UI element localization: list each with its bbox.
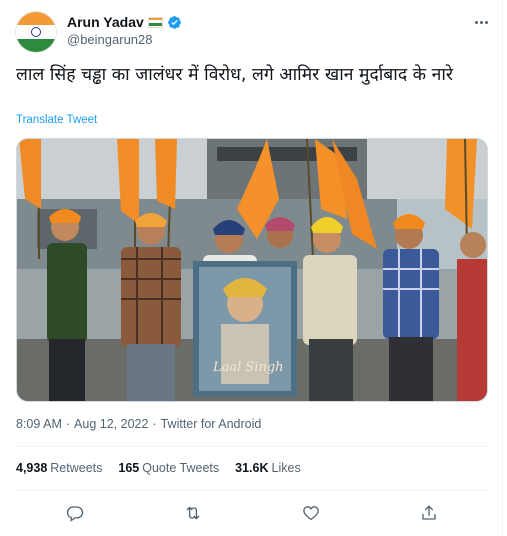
like-button[interactable] bbox=[294, 498, 328, 528]
author-name-row[interactable]: Arun Yadav bbox=[67, 13, 182, 31]
tweet-actions bbox=[16, 498, 488, 528]
share-button[interactable] bbox=[412, 498, 446, 528]
retweets-stat[interactable]: 4,938 Retweets bbox=[16, 461, 102, 475]
author-handle[interactable]: @beingarun28 bbox=[67, 32, 152, 47]
verified-badge-icon bbox=[167, 15, 181, 29]
svg-text:Laal Singh: Laal Singh bbox=[212, 360, 284, 375]
divider bbox=[16, 446, 488, 447]
tweet-card: Arun Yadav @beingarun28 लाल सिंह चड्ढा क… bbox=[0, 0, 503, 536]
reply-button[interactable] bbox=[58, 498, 92, 528]
avatar[interactable] bbox=[16, 12, 56, 52]
reply-icon bbox=[66, 506, 84, 522]
indian-flag-icon bbox=[147, 16, 163, 28]
quote-tweets-stat[interactable]: 165 Quote Tweets bbox=[118, 461, 219, 475]
tweet-metadata: 8:09 AM · Aug 12, 2022 · Twitter for And… bbox=[16, 417, 261, 431]
tweet-photo[interactable]: Laal Singh bbox=[16, 138, 488, 402]
tweet-date[interactable]: Aug 12, 2022 bbox=[74, 417, 148, 431]
author-display-name[interactable]: Arun Yadav bbox=[67, 14, 144, 30]
tweet-stats: 4,938 Retweets 165 Quote Tweets 31.6K Likes bbox=[16, 461, 301, 475]
share-icon bbox=[422, 505, 436, 520]
tweet-source[interactable]: Twitter for Android bbox=[161, 417, 262, 431]
divider bbox=[16, 490, 488, 491]
meta-separator: · bbox=[65, 417, 71, 431]
like-icon bbox=[303, 506, 319, 521]
tweet-time[interactable]: 8:09 AM bbox=[16, 417, 62, 431]
retweet-button[interactable] bbox=[176, 498, 210, 528]
meta-separator: · bbox=[152, 417, 157, 431]
translate-tweet-link[interactable]: Translate Tweet bbox=[16, 114, 97, 126]
tweet-text: लाल सिंह चड्ढा का जालंधर में विरोध, लगे … bbox=[16, 65, 454, 85]
likes-stat[interactable]: 31.6K Likes bbox=[235, 461, 301, 475]
retweet-icon bbox=[186, 506, 200, 520]
more-options-icon[interactable] bbox=[471, 14, 491, 30]
